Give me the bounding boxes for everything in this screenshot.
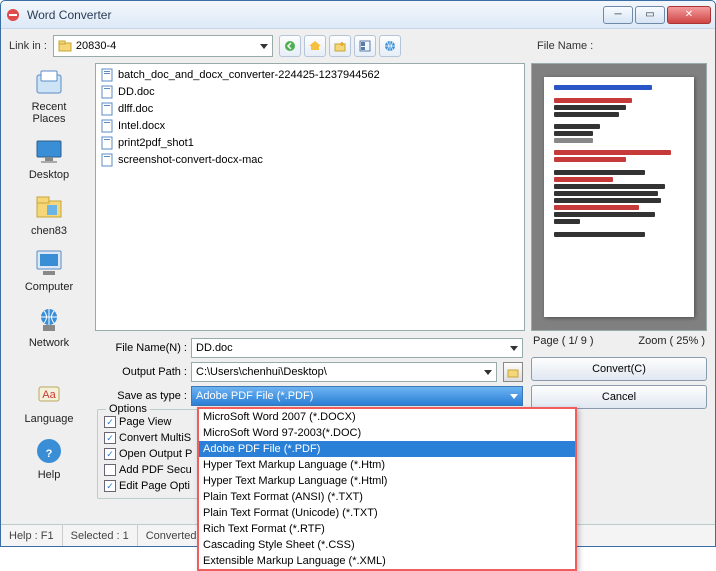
sidebar-item-network[interactable]: Network: [12, 301, 86, 351]
form-area: File Name(N) : DD.doc Output Path : C:\U…: [95, 331, 525, 499]
dropdown-option[interactable]: Plain Text Format (ANSI) (*.TXT): [199, 489, 575, 505]
doc-icon: [100, 102, 114, 116]
dropdown-option[interactable]: MicroSoft Word 2007 (*.DOCX): [199, 409, 575, 425]
sidebar-item-label: chen83: [31, 225, 67, 237]
page-status: Page ( 1/ 9 ): [533, 335, 594, 347]
open-output-checkbox[interactable]: ✓Open Output P: [104, 448, 192, 460]
preview-pane: [531, 63, 707, 331]
status-selected: Selected : 1: [63, 525, 138, 546]
file-item[interactable]: batch_doc_and_docx_converter-224425-1237…: [98, 66, 522, 83]
cancel-button[interactable]: Cancel: [531, 385, 707, 409]
sidebar-item-label: Computer: [25, 281, 73, 293]
svg-text:Aa: Aa: [42, 389, 56, 401]
filename-input[interactable]: DD.doc: [191, 338, 523, 358]
minimize-button[interactable]: ─: [603, 6, 633, 24]
titlebar[interactable]: Word Converter ─ ▭ ✕: [1, 1, 715, 29]
app-icon: [5, 7, 21, 23]
saveas-dropdown-list[interactable]: MicroSoft Word 2007 (*.DOCX) MicroSoft W…: [197, 407, 577, 571]
file-item[interactable]: print2pdf_shot1: [98, 134, 522, 151]
recent-icon: [33, 67, 65, 99]
chevron-down-icon: [510, 346, 518, 351]
sidebar-item-label: Help: [38, 469, 61, 481]
language-icon: Aa: [33, 379, 65, 411]
link-in-dropdown[interactable]: 20830-4: [53, 35, 273, 57]
file-list[interactable]: batch_doc_and_docx_converter-224425-1237…: [95, 63, 525, 331]
edit-page-options-checkbox[interactable]: ✓Edit Page Opti: [104, 480, 190, 492]
link-in-label: Link in :: [9, 40, 47, 52]
doc-icon: [100, 68, 114, 82]
saveas-label: Save as type :: [97, 390, 187, 402]
sidebar-item-language[interactable]: Aa Language: [12, 377, 86, 427]
chevron-down-icon: [260, 44, 268, 49]
sidebar-item-label: Network: [29, 337, 69, 349]
chevron-down-icon: [510, 394, 518, 399]
sidebar-item-computer[interactable]: Computer: [12, 245, 86, 295]
file-item[interactable]: Intel.docx: [98, 117, 522, 134]
file-item[interactable]: dlff.doc: [98, 100, 522, 117]
preview-page: [544, 77, 694, 317]
window-title: Word Converter: [27, 8, 603, 22]
sidebar-item-label: Desktop: [29, 169, 69, 181]
folder-icon: [58, 39, 72, 53]
output-path-input[interactable]: C:\Users\chenhui\Desktop\: [191, 362, 497, 382]
convert-button[interactable]: Convert(C): [531, 357, 707, 381]
doc-icon: [100, 119, 114, 133]
doc-icon: [100, 85, 114, 99]
doc-icon: [100, 136, 114, 150]
convert-multi-checkbox[interactable]: ✓Convert MultiS: [104, 432, 191, 444]
status-help: Help : F1: [1, 525, 63, 546]
output-path-label: Output Path :: [97, 366, 187, 378]
doc-icon: [100, 153, 114, 167]
sidebar-item-desktop[interactable]: Desktop: [12, 133, 86, 183]
options-legend: Options: [106, 403, 150, 415]
browse-button[interactable]: [503, 362, 523, 382]
add-pdf-security-checkbox[interactable]: Add PDF Secu: [104, 464, 192, 476]
top-toolbar: Link in : 20830-4 File Name :: [1, 29, 715, 63]
filename-header-label: File Name :: [537, 40, 707, 52]
dropdown-option[interactable]: Hyper Text Markup Language (*.Htm): [199, 457, 575, 473]
nav-newfolder-button[interactable]: [329, 35, 351, 57]
zoom-status: Zoom ( 25% ): [638, 335, 705, 347]
network-icon: [33, 303, 65, 335]
sidebar-item-recent[interactable]: Recent Places: [12, 65, 86, 127]
dropdown-option-selected[interactable]: Adobe PDF File (*.PDF): [199, 441, 575, 457]
close-button[interactable]: ✕: [667, 6, 711, 24]
maximize-button[interactable]: ▭: [635, 6, 665, 24]
filename-label: File Name(N) :: [97, 342, 187, 354]
file-item[interactable]: screenshot-convert-docx-mac: [98, 151, 522, 168]
dropdown-option[interactable]: Plain Text Format (Unicode) (*.TXT): [199, 505, 575, 521]
places-sidebar: Recent Places Desktop chen83 Computer Ne…: [9, 63, 89, 520]
chevron-down-icon: [484, 370, 492, 375]
main-window: Word Converter ─ ▭ ✕ Link in : 20830-4: [0, 0, 716, 547]
dropdown-option[interactable]: Cascading Style Sheet (*.CSS): [199, 537, 575, 553]
nav-view-button[interactable]: [354, 35, 376, 57]
page-view-checkbox[interactable]: ✓Page View: [104, 416, 171, 428]
file-item[interactable]: DD.doc: [98, 83, 522, 100]
computer-icon: [33, 247, 65, 279]
user-folder-icon: [33, 191, 65, 223]
nav-web-button[interactable]: [379, 35, 401, 57]
link-in-value: 20830-4: [76, 40, 116, 52]
sidebar-item-help[interactable]: ? Help: [12, 433, 86, 483]
sidebar-item-user[interactable]: chen83: [12, 189, 86, 239]
dropdown-option[interactable]: Extensible Markup Language (*.XML): [199, 553, 575, 569]
svg-text:?: ?: [46, 448, 53, 460]
dropdown-option[interactable]: MicroSoft Word 97-2003(*.DOC): [199, 425, 575, 441]
nav-back-button[interactable]: [279, 35, 301, 57]
nav-up-button[interactable]: [304, 35, 326, 57]
desktop-icon: [33, 135, 65, 167]
saveas-dropdown[interactable]: Adobe PDF File (*.PDF): [191, 386, 523, 406]
help-icon: ?: [33, 435, 65, 467]
sidebar-item-label: Language: [25, 413, 74, 425]
dropdown-option[interactable]: Rich Text Format (*.RTF): [199, 521, 575, 537]
sidebar-item-label: Recent Places: [14, 101, 84, 125]
dropdown-option[interactable]: Hyper Text Markup Language (*.Html): [199, 473, 575, 489]
